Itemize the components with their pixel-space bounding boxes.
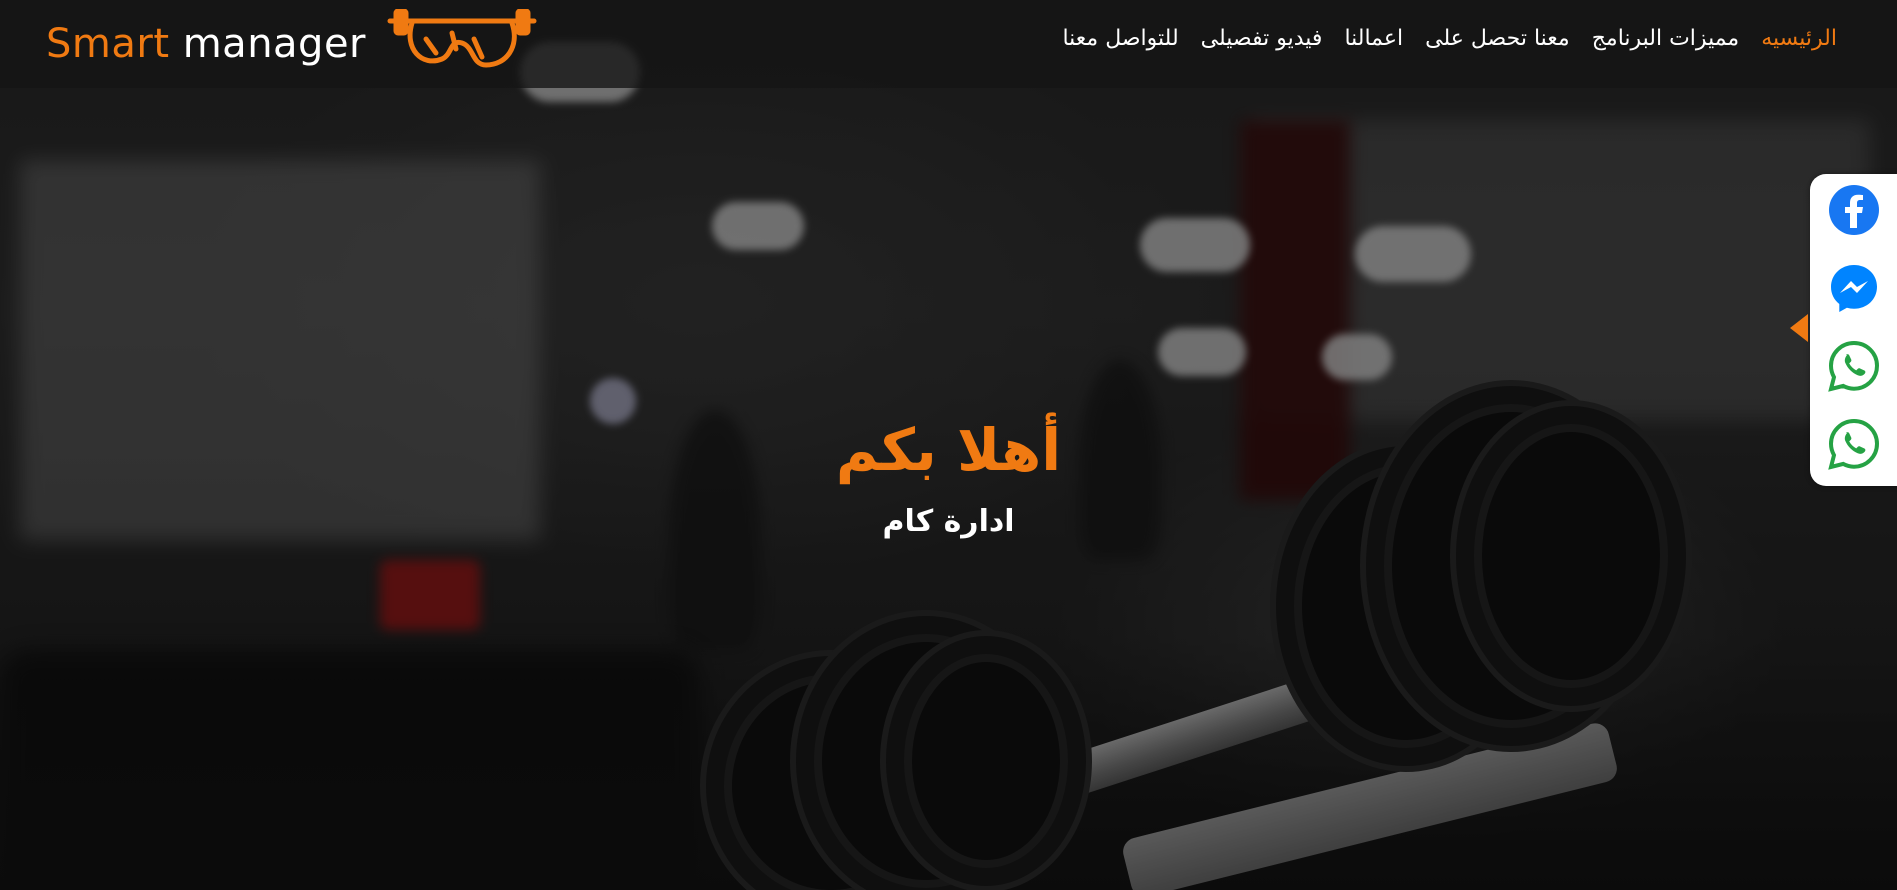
brand-name: Smart manager <box>46 21 366 67</box>
nav-item-features[interactable]: مميزات البرنامج <box>1592 26 1740 51</box>
nav-item-contact[interactable]: للتواصل معنا <box>1062 26 1178 51</box>
messenger-icon[interactable] <box>1828 262 1880 314</box>
barbell-logo-icon <box>387 9 537 68</box>
whatsapp-icon[interactable] <box>1828 418 1880 470</box>
nav-item-home[interactable]: الرئيسيه <box>1761 26 1837 51</box>
nav-item-video[interactable]: فيديو تفصيلى <box>1201 26 1323 51</box>
nav-item-works[interactable]: اعمالنا <box>1344 26 1403 51</box>
hero-content: أهلا بكم ادارة كام <box>0 410 1897 539</box>
hero-subtitle: ادارة كام <box>882 504 1015 539</box>
brand-logo-link[interactable]: Smart manager <box>46 9 542 74</box>
whatsapp-icon[interactable] <box>1828 340 1880 392</box>
facebook-icon[interactable] <box>1828 184 1880 236</box>
main-nav: الرئيسيه مميزات البرنامج معنا تحصل على ا… <box>1062 26 1837 51</box>
nav-item-benefits[interactable]: معنا تحصل على <box>1425 26 1570 51</box>
sidebar-toggle-arrow-icon[interactable] <box>1790 314 1808 342</box>
site-header: Smart manager الرئيسيه مميزات البرنامج م… <box>0 0 1897 88</box>
hero-title: أهلا بكم <box>835 416 1062 484</box>
social-sidebar <box>1790 174 1897 486</box>
